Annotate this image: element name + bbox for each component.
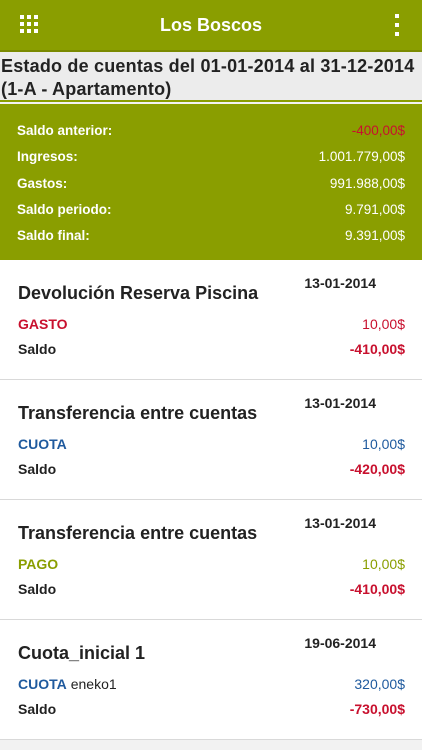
transaction-title: Devolución Reserva Piscina bbox=[18, 283, 259, 303]
statement-period: Estado de cuentas del 01-01-2014 al 31-1… bbox=[1, 56, 415, 76]
transaction-card[interactable]: 19-06-2014 Cuota_inicial 1 CUOTA eneko1 3… bbox=[0, 620, 422, 740]
transaction-saldo-row: Saldo -410,00$ bbox=[18, 341, 405, 357]
summary-label: Saldo anterior: bbox=[17, 123, 113, 138]
transaction-date: 13-01-2014 bbox=[304, 395, 376, 411]
transaction-type-row: PAGO 10,00$ bbox=[18, 556, 405, 572]
summary-row: Ingresos: 1.001.779,00$ bbox=[17, 149, 405, 175]
saldo-label: Saldo bbox=[18, 461, 57, 477]
transaction-saldo-row: Saldo -410,00$ bbox=[18, 581, 405, 597]
transaction-date: 13-01-2014 bbox=[304, 515, 376, 531]
statement-unit: (1-A - Apartamento) bbox=[1, 79, 172, 99]
summary-label: Saldo final: bbox=[17, 228, 90, 244]
summary-row: Saldo anterior: -400,00$ bbox=[17, 123, 405, 149]
transaction-type: GASTO bbox=[18, 316, 68, 332]
transaction-date: 19-06-2014 bbox=[304, 635, 376, 651]
saldo-value: -410,00$ bbox=[349, 581, 405, 597]
saldo-value: -730,00$ bbox=[349, 701, 405, 717]
app-title: Los Boscos bbox=[159, 15, 263, 35]
transaction-card[interactable]: 13-01-2014 Devolución Reserva Piscina GA… bbox=[0, 260, 422, 380]
transaction-list: 13-01-2014 Devolución Reserva Piscina GA… bbox=[0, 260, 422, 740]
transaction-type-row: GASTO 10,00$ bbox=[18, 316, 405, 332]
summary-value: 1.001.779,00$ bbox=[318, 149, 405, 165]
transaction-title: Transferencia entre cuentas bbox=[18, 403, 258, 423]
transaction-type-row: CUOTA eneko1 320,00$ bbox=[18, 676, 405, 692]
summary-value: 9.391,00$ bbox=[344, 228, 405, 244]
app-bar: Los Boscos bbox=[0, 0, 422, 50]
transaction-amount: 10,00$ bbox=[362, 436, 405, 452]
summary-value: 9.791,00$ bbox=[344, 201, 405, 217]
transaction-date: 13-01-2014 bbox=[304, 275, 376, 291]
transaction-card[interactable]: 13-01-2014 Transferencia entre cuentas C… bbox=[0, 380, 422, 500]
transaction-amount: 10,00$ bbox=[362, 556, 405, 572]
transaction-saldo-row: Saldo -730,00$ bbox=[18, 701, 405, 717]
transaction-card[interactable]: 13-01-2014 Transferencia entre cuentas P… bbox=[0, 500, 422, 620]
summary-label: Saldo periodo: bbox=[17, 201, 112, 217]
saldo-label: Saldo bbox=[18, 701, 57, 717]
summary-label: Gastos: bbox=[17, 175, 68, 191]
transaction-title: Cuota_inicial 1 bbox=[18, 643, 146, 663]
summary-panel: Saldo anterior: -400,00$ Ingresos: 1.001… bbox=[0, 104, 422, 260]
transaction-title: Transferencia entre cuentas bbox=[18, 523, 258, 543]
summary-value: -400,00$ bbox=[351, 123, 405, 138]
statement-header: Estado de cuentas del 01-01-2014 al 31-1… bbox=[0, 50, 422, 102]
overflow-menu-icon[interactable] bbox=[394, 14, 400, 36]
saldo-value: -420,00$ bbox=[349, 461, 405, 477]
transaction-sub: eneko1 bbox=[70, 676, 117, 692]
transaction-amount: 10,00$ bbox=[362, 316, 405, 332]
transaction-type: PAGO bbox=[18, 556, 59, 572]
transaction-type: CUOTA bbox=[18, 436, 67, 452]
saldo-label: Saldo bbox=[18, 341, 57, 357]
transaction-saldo-row: Saldo -420,00$ bbox=[18, 461, 405, 477]
saldo-value: -410,00$ bbox=[349, 341, 405, 357]
summary-row: Saldo periodo: 9.791,00$ bbox=[17, 202, 405, 228]
transaction-type-row: CUOTA 10,00$ bbox=[18, 436, 405, 452]
transaction-type: CUOTA bbox=[18, 676, 67, 692]
summary-label: Ingresos: bbox=[17, 149, 78, 165]
saldo-label: Saldo bbox=[18, 581, 57, 597]
summary-row: Saldo final: 9.391,00$ bbox=[17, 228, 405, 254]
summary-row: Gastos: 991.988,00$ bbox=[17, 176, 405, 202]
summary-value: 991.988,00$ bbox=[329, 175, 405, 191]
transaction-amount: 320,00$ bbox=[354, 676, 405, 692]
